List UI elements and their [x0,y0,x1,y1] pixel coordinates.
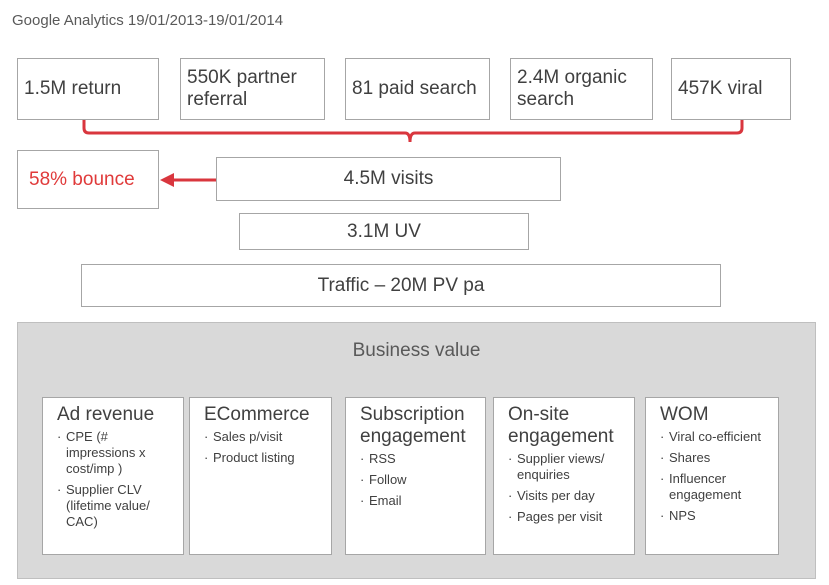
card-ad-revenue: Ad revenue CPE (# impressions x cost/imp… [42,397,184,555]
card-subscription-engagement: Subscription engagement RSS Follow Email [345,397,486,555]
card-on-site-engagement: On-site engagement Supplier views/ enqui… [493,397,635,555]
card-list: RSS Follow Email [360,451,479,509]
business-value-title: Business value [352,340,481,361]
bounce-label: 58% bounce [29,168,135,190]
list-item: Product listing [204,450,325,466]
list-item: Email [360,493,479,509]
list-item: Viral co-efficient [660,429,772,445]
visits-box: 4.5M visits [216,157,561,201]
list-item: Visits per day [508,488,628,504]
card-title: On-site engagement [508,404,614,447]
list-item: Sales p/visit [204,429,325,445]
card-title: WOM [660,404,709,425]
list-item: Supplier views/ enquiries [508,451,628,483]
card-list: CPE (# impressions x cost/imp ) Supplier… [57,429,177,530]
card-list: Viral co-efficient Shares Influencer eng… [660,429,772,524]
bounce-box: 58% bounce [17,150,159,209]
card-list: Supplier views/ enquiries Visits per day… [508,451,628,525]
card-list: Sales p/visit Product listing [204,429,325,466]
card-title: ECommerce [204,404,310,425]
list-item: CPE (# impressions x cost/imp ) [57,429,177,477]
bounce-arrow-head [160,173,174,187]
list-item: Supplier CLV (lifetime value/ CAC) [57,482,177,530]
card-title: Ad revenue [57,404,155,425]
uv-box: 3.1M UV [239,213,529,250]
card-wom: WOM Viral co-efficient Shares Influencer… [645,397,779,555]
list-item: Follow [360,472,479,488]
card-title: Subscription engagement [360,404,466,447]
list-item: Pages per visit [508,509,628,525]
list-item: RSS [360,451,479,467]
traffic-box: Traffic – 20M PV pa [81,264,721,307]
list-item: Shares [660,450,772,466]
sources-brace [82,120,744,143]
traffic-label: Traffic – 20M PV pa [317,274,485,296]
visits-label: 4.5M visits [343,168,434,189]
card-ecommerce: ECommerce Sales p/visit Product listing [189,397,332,555]
list-item: NPS [660,508,772,524]
uv-label: 3.1M UV [347,220,421,242]
list-item: Influencer engagement [660,471,772,503]
